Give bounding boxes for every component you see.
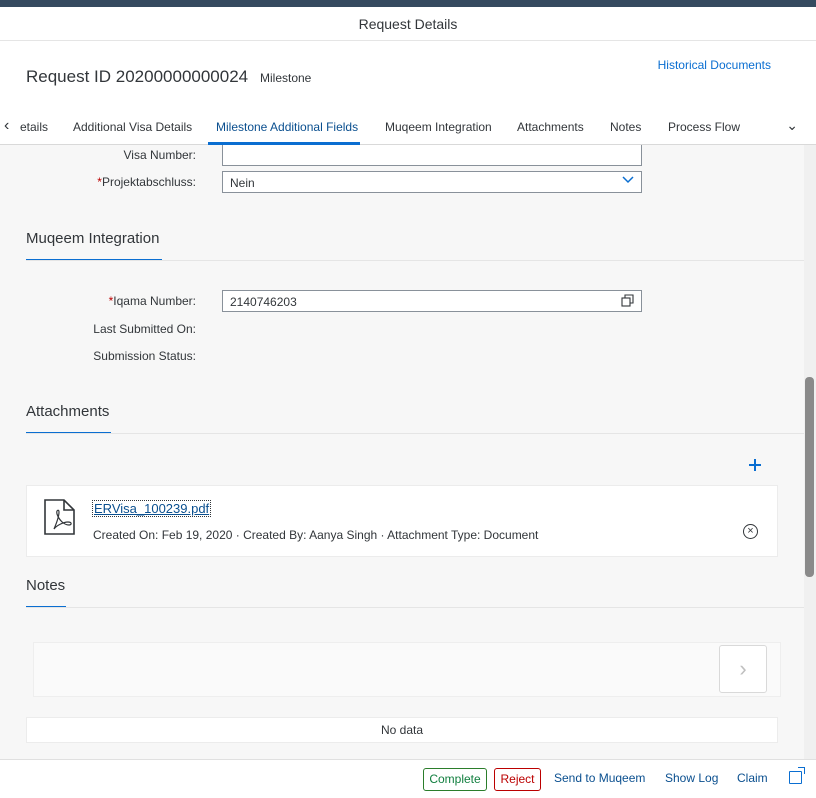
close-circle-icon[interactable]: × bbox=[743, 524, 758, 539]
visa-number-row: Visa Number: bbox=[0, 145, 800, 166]
add-attachment-button[interactable] bbox=[748, 456, 762, 477]
submission-status-label: Submission Status: bbox=[93, 349, 196, 363]
notes-input[interactable] bbox=[33, 642, 781, 697]
tab-milestone-additional-fields[interactable]: Milestone Additional Fields bbox=[216, 120, 358, 134]
tab-attachments[interactable]: Attachments bbox=[517, 120, 584, 134]
pdf-file-icon bbox=[42, 498, 78, 536]
shell-top-strip bbox=[0, 0, 816, 7]
share-icon[interactable] bbox=[789, 767, 805, 784]
iqama-number-value: 2140746203 bbox=[230, 295, 297, 309]
notes-empty-state: No data bbox=[26, 717, 778, 743]
claim-button[interactable]: Claim bbox=[737, 768, 768, 791]
page-title: Request ID 20200000000024 bbox=[26, 67, 249, 86]
copy-icon[interactable] bbox=[621, 294, 634, 310]
request-type-label: Milestone bbox=[260, 71, 312, 85]
chevron-down-icon[interactable] bbox=[622, 173, 634, 188]
section-divider bbox=[26, 607, 804, 608]
reject-button[interactable]: Reject bbox=[494, 768, 541, 791]
iqama-label-text: Iqama Number: bbox=[113, 294, 196, 308]
window-title: Request Details bbox=[358, 15, 458, 32]
section-divider bbox=[26, 433, 804, 434]
chevron-right-icon: › bbox=[739, 656, 747, 681]
iqama-row: *Iqama Number: 2140746203 bbox=[0, 290, 800, 312]
iqama-number-input[interactable]: 2140746203 bbox=[222, 290, 642, 312]
visa-number-label: Visa Number: bbox=[123, 148, 196, 162]
send-to-muqeem-button[interactable]: Send to Muqeem bbox=[554, 768, 645, 791]
last-submitted-row: Last Submitted On: bbox=[0, 318, 800, 340]
projektabschluss-select[interactable]: Nein bbox=[222, 171, 642, 193]
show-log-button[interactable]: Show Log bbox=[665, 768, 718, 791]
footer-toolbar: Complete Reject Send to Muqeem Show Log … bbox=[0, 759, 816, 798]
submission-status-row: Submission Status: bbox=[0, 345, 800, 367]
muqeem-section-title: Muqeem Integration bbox=[26, 230, 160, 247]
tab-additional-visa-details[interactable]: Additional Visa Details bbox=[73, 120, 192, 134]
last-submitted-label: Last Submitted On: bbox=[93, 322, 196, 336]
complete-button[interactable]: Complete bbox=[423, 768, 487, 791]
visa-number-input[interactable] bbox=[222, 145, 642, 166]
attachments-section-title: Attachments bbox=[26, 403, 110, 420]
historical-documents-link[interactable]: Historical Documents bbox=[658, 58, 771, 72]
notes-section-title: Notes bbox=[26, 577, 66, 594]
chevron-down-icon[interactable]: ⌄ bbox=[786, 117, 798, 134]
projektabschluss-label: *Projektabschluss: bbox=[97, 175, 196, 189]
notes-submit-button[interactable]: › bbox=[719, 645, 767, 693]
attachment-file-link[interactable]: ERVisa_100239.pdf bbox=[92, 500, 212, 517]
projektabschluss-label-text: Projektabschluss: bbox=[101, 175, 196, 189]
window-titlebar: Request Details bbox=[0, 7, 816, 41]
content-area: Visa Number: *Projektabschluss: Nein Muq… bbox=[0, 145, 816, 759]
projektabschluss-value: Nein bbox=[230, 176, 255, 190]
section-divider bbox=[26, 260, 804, 261]
chevron-left-icon[interactable]: ‹ bbox=[4, 117, 9, 135]
scrollbar-thumb[interactable] bbox=[805, 377, 814, 577]
tab-muqeem-integration[interactable]: Muqeem Integration bbox=[385, 120, 492, 134]
projektabschluss-row: *Projektabschluss: Nein bbox=[0, 171, 800, 193]
tab-process-flow[interactable]: Process Flow bbox=[668, 120, 740, 134]
attachment-meta: Created On: Feb 19, 2020 · Created By: A… bbox=[93, 528, 539, 542]
attachment-item[interactable]: ERVisa_100239.pdf Created On: Feb 19, 20… bbox=[26, 485, 778, 557]
object-header: Request ID 20200000000024 Milestone Hist… bbox=[0, 41, 816, 145]
plus-icon bbox=[749, 459, 761, 471]
tab-notes[interactable]: Notes bbox=[610, 120, 641, 134]
tab-details[interactable]: etails bbox=[20, 120, 48, 134]
tab-bar: ‹ etails Additional Visa Details Milesto… bbox=[0, 111, 816, 145]
iqama-label: *Iqama Number: bbox=[109, 294, 196, 308]
